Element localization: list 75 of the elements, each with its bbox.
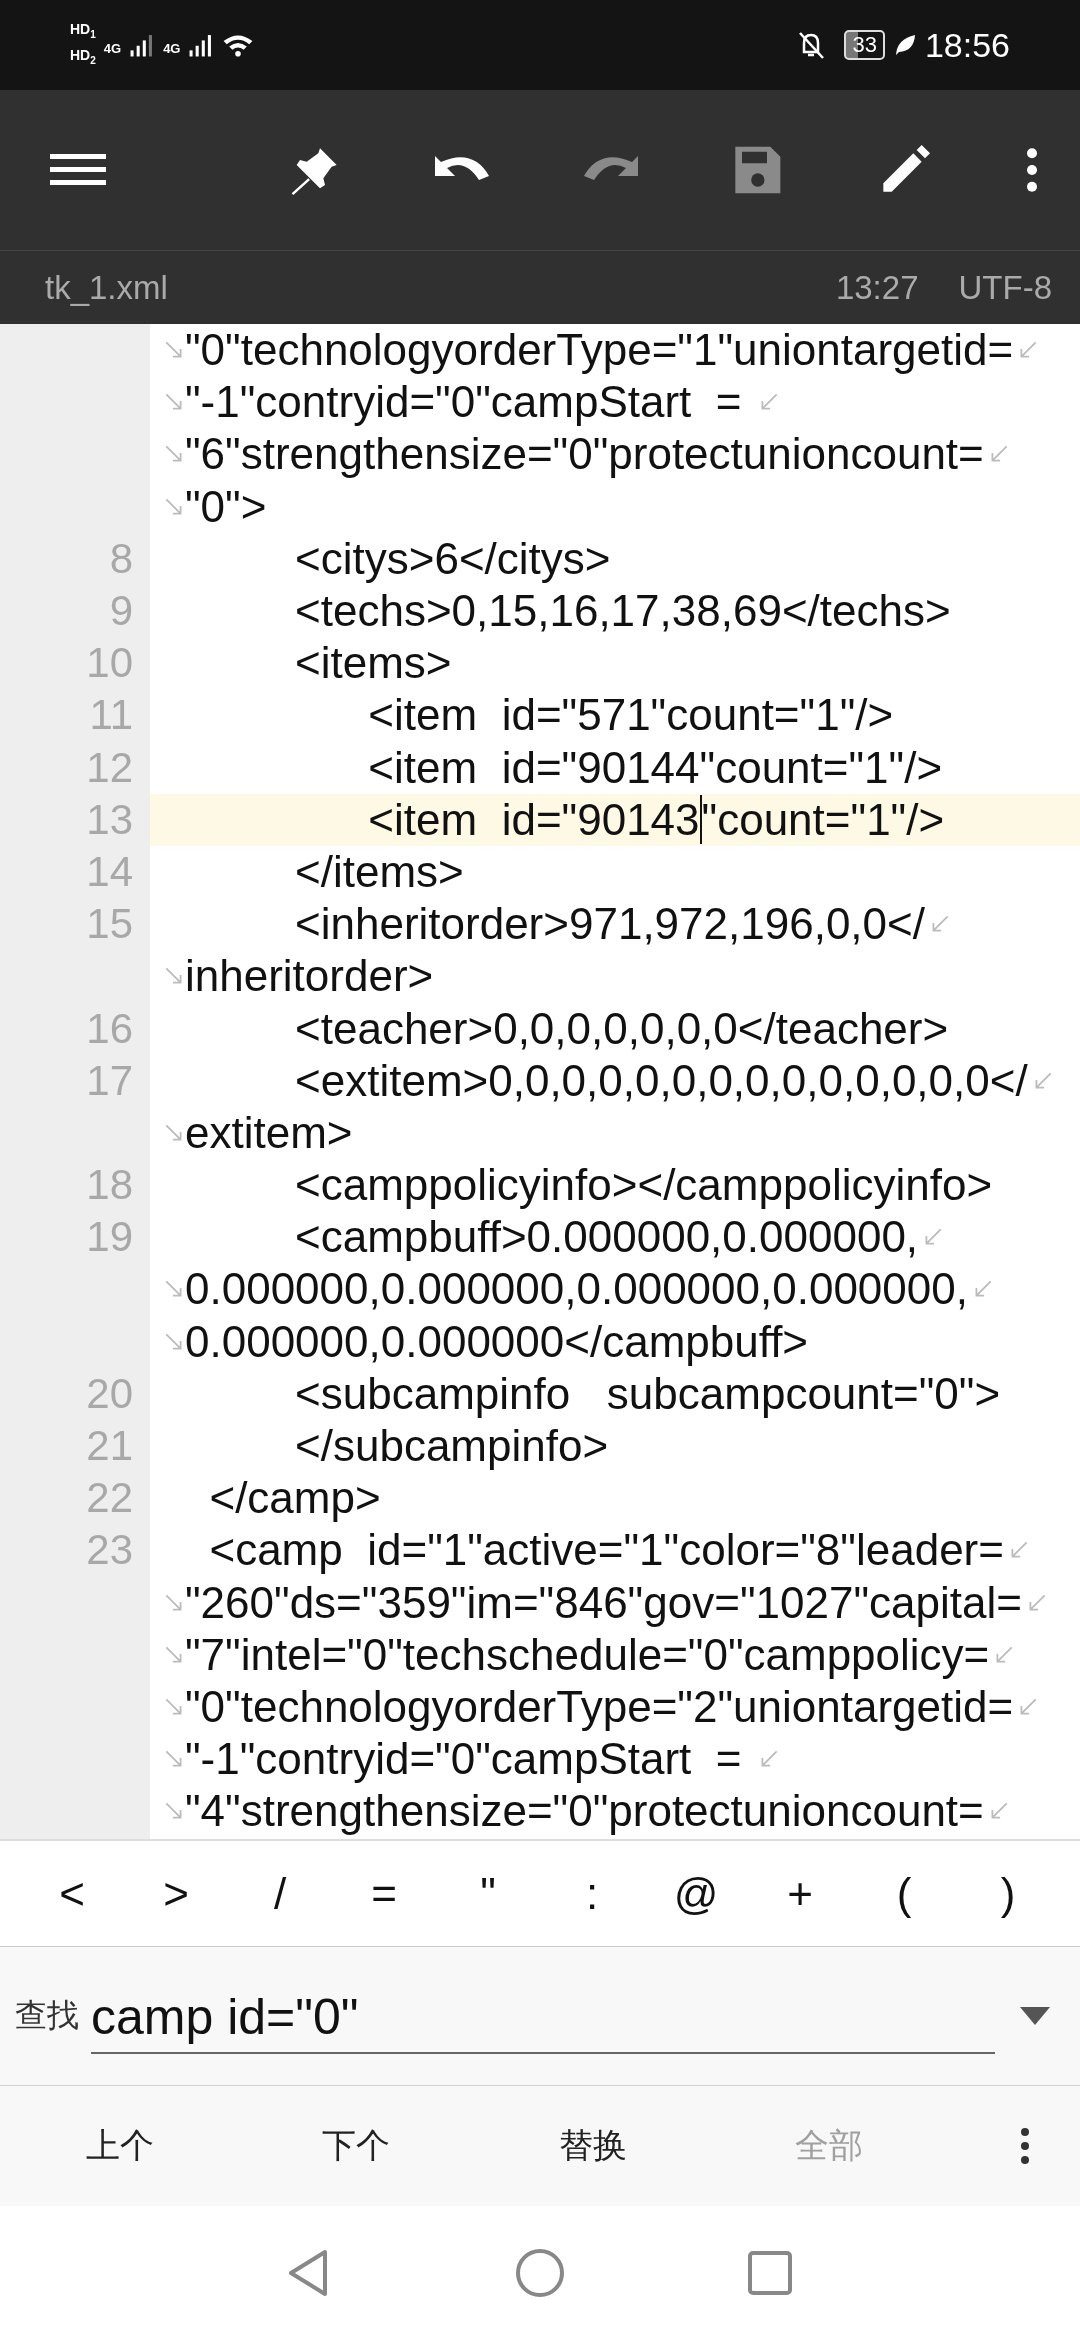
symbol-key[interactable]: / <box>240 1868 320 1919</box>
code-line: "0"technologyorderType="2"uniontargetid= <box>185 1681 1014 1732</box>
code-line: <campbuff>0.000000,0.000000, <box>294 1212 919 1263</box>
code-line: "-1"contryid="0"campStart = <box>185 377 743 428</box>
symbol-key[interactable]: + <box>760 1868 840 1919</box>
line-number: 13 <box>86 795 133 843</box>
home-icon[interactable] <box>515 2248 565 2298</box>
code-line: 0.000000,0.000000,0.000000,0.000000, <box>185 1264 968 1315</box>
code-line: "0"technologyorderType="1"uniontargetid= <box>185 325 1014 376</box>
line-number: 16 <box>86 1004 133 1052</box>
bell-off-icon <box>796 30 827 60</box>
wifi-icon <box>222 32 255 58</box>
code-line: <item id="90144"count="1"/> <box>367 742 943 793</box>
symbol-key[interactable]: > <box>136 1868 216 1919</box>
code-line: </subcampinfo> <box>294 1421 609 1472</box>
symbol-key[interactable]: < <box>32 1868 112 1919</box>
code-line: "-1"contryid="0"campStart = <box>185 1734 743 1785</box>
symbol-key[interactable]: : <box>552 1868 632 1919</box>
sim-label: HD$_{2}$ <box>70 47 96 68</box>
line-number: 12 <box>86 743 133 791</box>
clock: 18:56 <box>924 25 1010 65</box>
line-number: 11 <box>89 691 133 739</box>
code-line: <item id="90143"count="1"/> <box>367 794 945 845</box>
code-line: <subcampinfo subcampcount="0"> <box>294 1368 1001 1419</box>
line-number: 19 <box>86 1213 133 1261</box>
line-number: 21 <box>86 1422 133 1470</box>
find-action-button[interactable]: 替换 <box>547 2113 638 2179</box>
file-name: tk_1.xml <box>45 268 169 307</box>
line-number: 18 <box>86 1161 133 1209</box>
code-line: "4"strengthensize="0"protectunioncount= <box>185 1786 984 1837</box>
code-line: <items> <box>294 638 452 689</box>
code-line: inheritorder> <box>185 951 434 1002</box>
find-action-button[interactable]: 上个 <box>75 2113 165 2179</box>
symbol-key[interactable]: " <box>448 1868 528 1919</box>
line-number: 20 <box>86 1369 133 1417</box>
symbol-key[interactable]: = <box>344 1868 424 1919</box>
code-line: <extitem>0,0,0,0,0,0,0,0,0,0,0,0,0,0</ <box>294 1055 1028 1106</box>
dropdown-icon[interactable] <box>1020 2007 1050 2025</box>
line-number: 8 <box>109 534 133 582</box>
line-number: 22 <box>86 1474 133 1522</box>
line-number: 9 <box>109 587 133 635</box>
cursor-position: 13:27 <box>835 268 919 307</box>
network-label: 4G <box>163 41 181 57</box>
code-line: 0.000000,0.000000</campbuff> <box>185 1316 809 1367</box>
code-line: </items> <box>294 846 464 897</box>
find-action-button[interactable]: 下个 <box>311 2113 402 2179</box>
symbol-key[interactable]: ( <box>864 1868 944 1919</box>
code-line: "0"> <box>185 481 267 532</box>
code-line: </camp> <box>208 1473 381 1524</box>
code-line: <techs>0,15,16,17,38,69</techs> <box>294 586 951 637</box>
code-line: <camppolicyinfo></camppolicyinfo> <box>294 1160 993 1211</box>
find-field[interactable]: camp id="0" <box>91 1988 995 2054</box>
symbol-key[interactable]: @ <box>656 1868 736 1919</box>
code-line: <citys>6</citys> <box>294 533 611 584</box>
code-line: <item id="571"count="1"/> <box>367 690 894 741</box>
more-icon[interactable] <box>1020 2126 1030 2166</box>
code-line: "7"intel="0"techschedule="0"camppolicy= <box>185 1629 990 1680</box>
recents-icon[interactable] <box>745 2248 795 2298</box>
line-number: 23 <box>86 1526 133 1574</box>
line-number: 14 <box>86 847 133 895</box>
symbol-key[interactable]: ) <box>968 1868 1048 1919</box>
code-line: extitem> <box>185 1107 353 1158</box>
find-label: 查找 <box>15 1995 79 2036</box>
line-number: 17 <box>86 1056 133 1104</box>
line-number: 10 <box>86 639 133 687</box>
sim-label: HD$_{1}$ <box>70 21 96 42</box>
code-line: <teacher>0,0,0,0,0,0,0</teacher> <box>294 1003 949 1054</box>
code-line: <camp id="1"active="1"color="8"leader= <box>208 1525 1004 1576</box>
code-line: "6"strengthensize="0"protectunioncount= <box>185 429 984 480</box>
line-number: 15 <box>86 900 133 948</box>
network-label: 4G <box>103 41 122 57</box>
code-line: <inheritorder>971,972,196,0,0</ <box>294 899 925 950</box>
code-line: "260"ds="359"im="846"gov="1027"capital= <box>185 1577 1022 1628</box>
battery-indicator: 33 <box>844 30 885 60</box>
encoding-label: UTF-8 <box>958 268 1052 307</box>
